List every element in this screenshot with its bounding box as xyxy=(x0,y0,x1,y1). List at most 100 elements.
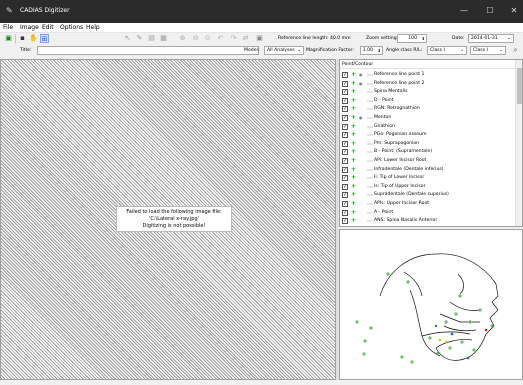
visibility-checkbox[interactable]: ✓ xyxy=(342,89,348,96)
maximize-icon[interactable]: ☐ xyxy=(483,5,497,17)
eye-icon[interactable]: ● xyxy=(359,80,363,88)
title-bar: ✎ CADIAS Digitizer — ☐ ✕ xyxy=(0,0,523,23)
tree-row[interactable]: ✓ + ═══ Pm: Suprapogonion xyxy=(340,140,516,148)
spin-arrows-icon[interactable]: ⬍ xyxy=(378,47,381,54)
ruler-icon: ═══ xyxy=(367,193,373,198)
plus-icon: + xyxy=(351,71,357,78)
visibility-checkbox[interactable]: ✓ xyxy=(342,140,348,147)
close-icon[interactable]: ✕ xyxy=(507,5,521,17)
class-left-value: Class I xyxy=(473,48,488,53)
visibility-checkbox[interactable]: ✓ xyxy=(342,115,348,121)
tree-row[interactable]: ✓ + ═══ Spina Mentalis xyxy=(340,88,516,96)
model-select[interactable]: All Analyses ⌄ xyxy=(264,46,304,55)
tree-row[interactable]: ✓ + ═══ ANS: Spina Nasalis Anterior xyxy=(340,217,516,225)
menu-image[interactable]: Image xyxy=(20,24,39,31)
tree-row[interactable]: ✓ + ═══ Infradentale (Dentale inferius) xyxy=(340,166,516,174)
eye-icon[interactable]: ● xyxy=(359,114,363,122)
title-label: Title: xyxy=(20,48,32,53)
visibility-checkbox[interactable]: ✓ xyxy=(342,192,348,199)
tree-scrollbar[interactable] xyxy=(515,60,522,226)
visibility-checkbox[interactable]: ✓ xyxy=(342,201,348,207)
clipboard-icon[interactable]: ▦ xyxy=(159,34,168,43)
eye-icon[interactable]: ● xyxy=(359,71,363,79)
zoom-fit-icon[interactable]: ⊙ xyxy=(203,34,212,43)
menu-edit[interactable]: Edit xyxy=(42,24,54,31)
image-settings-icon[interactable]: ▣ xyxy=(255,34,264,43)
tree-row[interactable]: ✓ + ═══ APi: Lower Incisor Root xyxy=(340,157,516,165)
magnification-spinbox[interactable]: 1.00 ⬍ xyxy=(360,46,383,55)
tree-row[interactable]: ✓ + ═══ A - Point xyxy=(340,209,516,217)
tree-row[interactable]: ✓ + ═══ RGN: Retrognathion xyxy=(340,105,516,113)
zoom-out-icon[interactable]: ⊖ xyxy=(191,34,200,43)
class-left-select[interactable]: Class I ⌄ xyxy=(470,46,506,55)
image-icon[interactable]: ▪ xyxy=(18,34,27,43)
tree-row[interactable]: ✓ + ═══ Is: Tip of Upper Incisor xyxy=(340,183,516,191)
tree-row[interactable]: ✓ + ═══ B - Point: (Supramentale) xyxy=(340,148,516,156)
ruler-icon: ═══ xyxy=(367,210,373,215)
visibility-checkbox[interactable]: ✓ xyxy=(342,80,348,87)
date-picker[interactable]: 2014-01-31 ⌄ xyxy=(468,34,514,43)
visibility-checkbox[interactable]: ✓ xyxy=(342,218,348,225)
point-contour-tree: Point/Contour ✓ + ● ═══ Reference line point… xyxy=(339,59,523,227)
title-input[interactable] xyxy=(37,46,259,55)
ruler-icon: ═══ xyxy=(367,176,373,181)
tree-row[interactable]: ✓ + ● ═══ Reference line point 1 xyxy=(340,71,516,79)
class-right-select[interactable]: Class I ⌄ xyxy=(427,46,467,55)
visibility-checkbox[interactable]: ✓ xyxy=(342,149,348,156)
plus-icon: + xyxy=(351,131,357,139)
menu-help[interactable]: Help xyxy=(86,24,100,31)
select-tool-icon[interactable]: ⊞ xyxy=(40,34,49,43)
rotate-left-icon[interactable]: ↶ xyxy=(216,34,225,43)
visibility-checkbox[interactable]: ✓ xyxy=(342,132,348,139)
visibility-checkbox[interactable]: ✓ xyxy=(342,158,348,164)
tree-row[interactable]: ✓ + ● ═══ Reference line point 2 xyxy=(340,80,516,88)
ruler-icon: ═══ xyxy=(367,81,373,86)
rotate-right-icon[interactable]: ↷ xyxy=(229,34,238,43)
tree-item-label: APi: Lower Incisor Root xyxy=(374,158,427,163)
ruler-icon: ═══ xyxy=(367,202,373,206)
hand-tool-icon[interactable]: ✋ xyxy=(29,34,38,43)
chevron-down-icon: ⌄ xyxy=(297,48,301,53)
plus-icon: + xyxy=(351,88,357,96)
tree-row[interactable]: ✓ + ═══ Gnathion xyxy=(340,123,516,131)
visibility-checkbox[interactable]: ✓ xyxy=(342,123,348,130)
spin-arrows-icon[interactable]: ⬍ xyxy=(422,35,425,42)
visibility-checkbox[interactable]: ✓ xyxy=(342,106,348,113)
zoom-in-icon[interactable]: ⊕ xyxy=(178,34,187,43)
visibility-checkbox[interactable]: ✓ xyxy=(342,166,348,173)
ruler-icon: ═══ xyxy=(367,167,373,172)
tree-item-label: Ii: Tip of Lower Incisor xyxy=(374,175,425,181)
document-icon[interactable]: ▤ xyxy=(147,34,156,43)
tree-row[interactable]: ✓ + ● ═══ Menton xyxy=(340,114,516,122)
ruler-icon: ═══ xyxy=(367,124,373,129)
tree-item-label: PGo: Pogonion osseum xyxy=(374,132,427,138)
tree-row[interactable]: ✓ + ═══ D - Point xyxy=(340,97,516,105)
pointer-icon[interactable]: ↖ xyxy=(123,34,132,43)
error-file-path: 'C:\Lateral x-ray.jpg' xyxy=(148,216,200,222)
plus-icon: + xyxy=(351,148,357,156)
tree-row[interactable]: ✓ + ═══ APIs: Upper Incisor Root xyxy=(340,200,516,208)
tree-row[interactable]: ✓ + ═══ Ii: Tip of Lower Incisor xyxy=(340,174,516,182)
visibility-checkbox[interactable]: ✓ xyxy=(342,209,348,216)
tree-row[interactable]: ✓ + ═══ PGo: Pogonion osseum xyxy=(340,131,516,139)
flip-icon[interactable]: ⇄ xyxy=(241,34,250,43)
date-label: Date: xyxy=(452,36,465,41)
plus-icon: + xyxy=(351,200,357,207)
visibility-checkbox[interactable]: ✓ xyxy=(342,97,348,104)
visibility-checkbox[interactable]: ✓ xyxy=(342,175,348,182)
search-icon[interactable]: ⌕ xyxy=(511,46,520,55)
menu-options[interactable]: Options xyxy=(60,24,83,31)
zoom-spinbox[interactable]: 100 ⬍ xyxy=(397,34,427,43)
chevron-down-icon: ⌄ xyxy=(499,48,503,53)
visibility-checkbox[interactable]: ✓ xyxy=(342,183,348,190)
plus-icon: + xyxy=(351,105,357,113)
visibility-checkbox[interactable]: ✓ xyxy=(342,72,348,78)
minimize-icon[interactable]: — xyxy=(457,5,471,17)
menu-file[interactable]: File xyxy=(3,24,13,31)
tree-row[interactable]: ✓ + ═══ Supradentale (Dentale superius) xyxy=(340,191,516,199)
pencil-icon[interactable]: ✎ xyxy=(135,34,144,43)
save-icon[interactable]: ▣ xyxy=(4,34,13,43)
scrollbar-thumb[interactable] xyxy=(517,68,522,104)
ruler-icon: ═══ xyxy=(367,73,373,77)
plus-icon: + xyxy=(351,96,357,104)
